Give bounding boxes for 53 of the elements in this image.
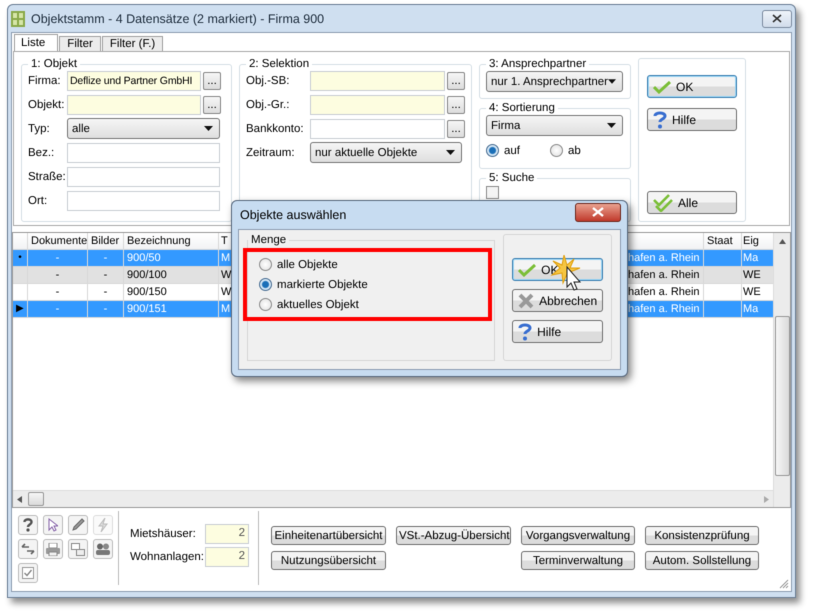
field-label: Zeitraum: <box>246 146 296 158</box>
group-title: 4: Sortierung <box>488 102 556 114</box>
table-cell: hafen a. Rhein <box>628 269 700 281</box>
field-label: Mietshäuser: <box>130 528 197 540</box>
table-cell: W <box>221 269 232 281</box>
table-cell: 900/100 <box>127 269 167 281</box>
field-label: Bankkonto: <box>246 122 305 134</box>
table-cell: W <box>221 286 232 298</box>
row-marker: • <box>18 252 22 264</box>
count-field: 2 <box>205 524 249 544</box>
field-label: Typ: <box>28 122 51 134</box>
field-label: Wohnanlagen: <box>130 551 205 563</box>
table-cell: - <box>56 269 60 281</box>
table-cell: - <box>56 286 60 298</box>
table-cell: Ma <box>743 252 758 264</box>
field-label: Objekt: <box>28 98 66 110</box>
row-marker: ▶ <box>16 303 24 315</box>
group-title: Menge <box>250 234 288 246</box>
radio-label: ab <box>568 144 581 156</box>
dialog-title: Objekte auswählen <box>240 208 346 222</box>
table-cell: Ma <box>743 303 758 315</box>
table-cell: - <box>104 286 108 298</box>
table-cell: WE <box>743 269 761 281</box>
field-label: Straße: <box>28 170 67 182</box>
count-field: 2 <box>205 547 249 567</box>
group-title: 2: Selektion <box>248 58 310 70</box>
table-cell: hafen a. Rhein <box>628 303 700 315</box>
radio-label: aktuelles Objekt <box>277 298 359 310</box>
radio-label: auf <box>504 144 520 156</box>
table-cell: - <box>56 303 60 315</box>
field-label: Obj.-SB: <box>246 74 290 86</box>
group-title: 1: Objekt <box>30 58 78 70</box>
table-cell: - <box>104 269 108 281</box>
group-title: 5: Suche <box>488 172 536 184</box>
table-cell: 900/151 <box>127 303 167 315</box>
table-cell: M <box>221 252 230 264</box>
table-cell: 900/50 <box>127 252 161 264</box>
field-label: Bez.: <box>28 146 56 158</box>
table-cell: hafen a. Rhein <box>628 286 700 298</box>
table-cell: 900/150 <box>127 286 167 298</box>
radio-label: alle Objekte <box>277 258 338 270</box>
group-title: 3: Ansprechpartner <box>488 58 588 70</box>
table-cell: - <box>56 252 60 264</box>
table-cell: hafen a. Rhein <box>628 252 700 264</box>
table-cell: M <box>221 303 230 315</box>
table-cell: - <box>104 303 108 315</box>
table-cell: - <box>104 252 108 264</box>
table-cell: WE <box>743 286 761 298</box>
radio-label: markierte Objekte <box>277 278 368 290</box>
field-label: Obj.-Gr.: <box>246 98 290 110</box>
field-label: Firma: <box>28 74 62 86</box>
window-title: Objektstamm - 4 Datensätze (2 markiert) - Firma 900 <box>31 12 324 26</box>
field-label: Ort: <box>28 194 48 206</box>
